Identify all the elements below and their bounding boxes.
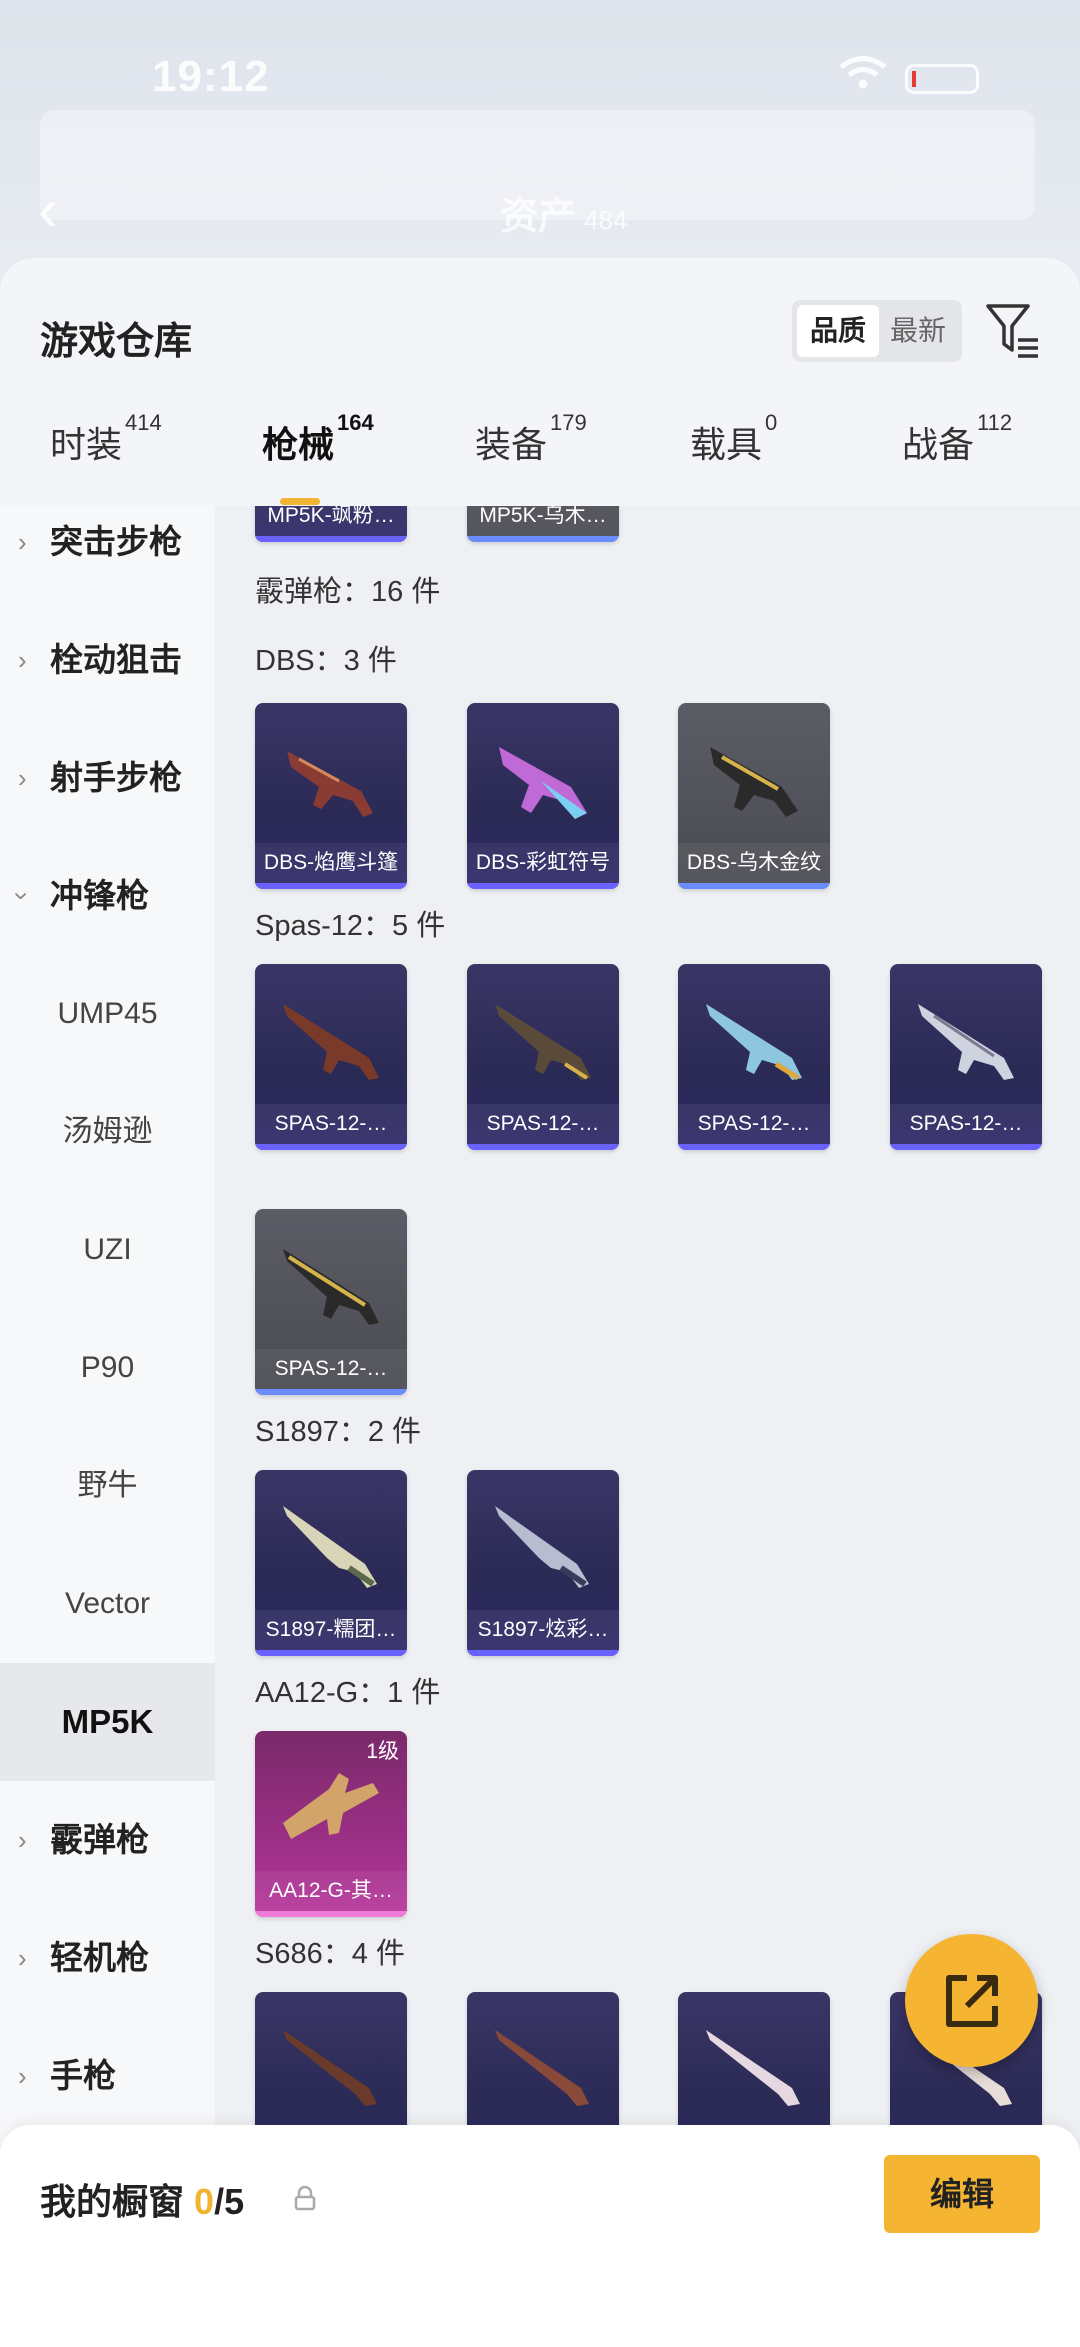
weapon-image	[283, 1506, 377, 1588]
weapon-card[interactable]: DBS-焰鹰斗篷	[255, 703, 407, 889]
sidebar-item-marksman-rifle[interactable]: › 射手步枪	[0, 719, 215, 837]
weapon-image	[283, 2030, 377, 2106]
card-name: S1897-糯团…	[255, 1610, 407, 1650]
sort-quality-button[interactable]: 品质	[797, 305, 879, 357]
share-external-icon	[946, 1975, 998, 2027]
battery-icon	[905, 64, 979, 94]
tab-guns[interactable]: 枪械164	[262, 410, 374, 468]
sidebar-item-p90[interactable]: P90	[0, 1309, 215, 1427]
weapon-type-sidebar: › 突击步枪 › 栓动狙击 › 射手步枪 › 冲锋枪 UMP45 汤姆逊 UZI P90…	[0, 506, 215, 2347]
weapon-list: MP5K-飒粉… MP5K-乌木… 霰弹枪：16 件 DBS：3 件 DBS-焰…	[215, 506, 1080, 2347]
chevron-right-icon: ›	[18, 1825, 27, 1855]
active-tab-indicator	[280, 498, 320, 505]
weapon-card[interactable]: SPAS-12-…	[467, 964, 619, 1150]
weapon-card[interactable]: MP5K-乌木…	[467, 506, 619, 542]
sidebar-item-uzi[interactable]: UZI	[0, 1191, 215, 1309]
card-name: SPAS-12-…	[890, 1104, 1042, 1144]
chevron-right-icon: ›	[18, 527, 27, 557]
card-name: S1897-炫彩…	[467, 1610, 619, 1650]
weapon-image	[495, 1004, 591, 1080]
card-name: DBS-乌木金纹	[678, 843, 830, 883]
showcase-bar: 我的橱窗 0/5 编辑	[0, 2125, 1080, 2347]
weapon-image	[283, 1249, 379, 1325]
section-label: S1897：2 件	[255, 1416, 422, 1448]
tab-equipment[interactable]: 装备179	[475, 410, 587, 468]
sidebar-item-bison[interactable]: 野牛	[0, 1427, 215, 1545]
weapon-card[interactable]: SPAS-12-…	[255, 964, 407, 1150]
sidebar-item-assault-rifle[interactable]: › 突击步枪	[0, 483, 215, 601]
card-name: SPAS-12-…	[678, 1104, 830, 1144]
sort-toggle: 品质 最新	[792, 300, 962, 362]
lock-icon	[294, 2185, 316, 2211]
filter-icon[interactable]	[984, 300, 1040, 360]
sort-latest-button[interactable]: 最新	[877, 305, 959, 357]
tab-vehicles[interactable]: 载具0	[690, 410, 777, 468]
weapon-image	[710, 747, 798, 817]
weapon-card[interactable]: SPAS-12-…	[678, 964, 830, 1150]
weapon-image	[495, 2030, 589, 2106]
chevron-right-icon: ›	[18, 1943, 27, 1973]
chevron-right-icon: ›	[18, 763, 27, 793]
back-arrow-icon[interactable]: ‹	[38, 180, 58, 240]
share-button[interactable]	[905, 1934, 1038, 2067]
sidebar-item-thompson[interactable]: 汤姆逊	[0, 1073, 215, 1191]
card-name: SPAS-12-…	[255, 1104, 407, 1144]
weapon-card[interactable]: 1级 AA12-G-其…	[255, 1731, 407, 1917]
status-time: 19:12	[152, 52, 270, 101]
page-title-blurred: 资产 484	[500, 196, 628, 238]
card-name: AA12-G-其…	[255, 1871, 407, 1911]
sidebar-item-pistol[interactable]: › 手枪	[0, 2017, 215, 2135]
tab-fashion[interactable]: 时装414	[50, 410, 162, 468]
card-name: MP5K-飒粉…	[255, 506, 407, 536]
weapon-image	[287, 751, 373, 817]
section-label: Spas-12：5 件	[255, 910, 446, 942]
weapon-card[interactable]: S1897-糯团…	[255, 1470, 407, 1656]
weapon-card[interactable]: MP5K-飒粉…	[255, 506, 407, 542]
weapon-card[interactable]: SPAS-12-…	[255, 1209, 407, 1395]
card-name: SPAS-12-…	[255, 1349, 407, 1389]
category-total-label: 霰弹枪：16 件	[255, 576, 441, 608]
edit-button[interactable]: 编辑	[884, 2155, 1040, 2233]
sidebar-item-bolt-sniper[interactable]: › 栓动狙击	[0, 601, 215, 719]
background-page: 19:12 ‹ 资产 484	[0, 0, 1080, 300]
weapon-image	[918, 1004, 1014, 1080]
chevron-right-icon: ›	[18, 645, 27, 675]
wifi-icon	[839, 56, 887, 89]
weapon-card[interactable]: S1897-炫彩…	[467, 1470, 619, 1656]
weapon-image	[706, 1004, 802, 1081]
sheet-title: 游戏仓库	[40, 321, 193, 363]
weapon-card[interactable]: SPAS-12-…	[890, 964, 1042, 1150]
sidebar-item-vector[interactable]: Vector	[0, 1545, 215, 1663]
tab-supplies[interactable]: 战备112	[902, 410, 1012, 468]
section-label: S686：4 件	[255, 1938, 405, 1970]
weapon-image	[499, 747, 587, 819]
card-name: MP5K-乌木…	[467, 506, 619, 536]
card-name: DBS-彩虹符号	[467, 843, 619, 883]
weapon-card[interactable]: DBS-乌木金纹	[678, 703, 830, 889]
sidebar-item-ump45[interactable]: UMP45	[0, 955, 215, 1073]
sidebar-item-smg[interactable]: › 冲锋枪	[0, 837, 215, 955]
chevron-right-icon: ›	[18, 2061, 27, 2091]
section-label: DBS：3 件	[255, 645, 397, 677]
sidebar-item-shotgun[interactable]: › 霰弹枪	[0, 1781, 215, 1899]
weapon-image	[283, 1773, 379, 1839]
weapon-card[interactable]: DBS-彩虹符号	[467, 703, 619, 889]
card-name: DBS-焰鹰斗篷	[255, 843, 407, 883]
showcase-label: 我的橱窗 0/5	[40, 2181, 245, 2222]
sidebar-item-lmg[interactable]: › 轻机枪	[0, 1899, 215, 2017]
section-label: AA12-G：1 件	[255, 1677, 441, 1709]
weapon-image	[706, 2030, 800, 2106]
weapon-image	[283, 1004, 379, 1080]
sidebar-item-mp5k[interactable]: MP5K	[0, 1663, 215, 1781]
card-name: SPAS-12-…	[467, 1104, 619, 1144]
weapon-image	[495, 1506, 589, 1588]
